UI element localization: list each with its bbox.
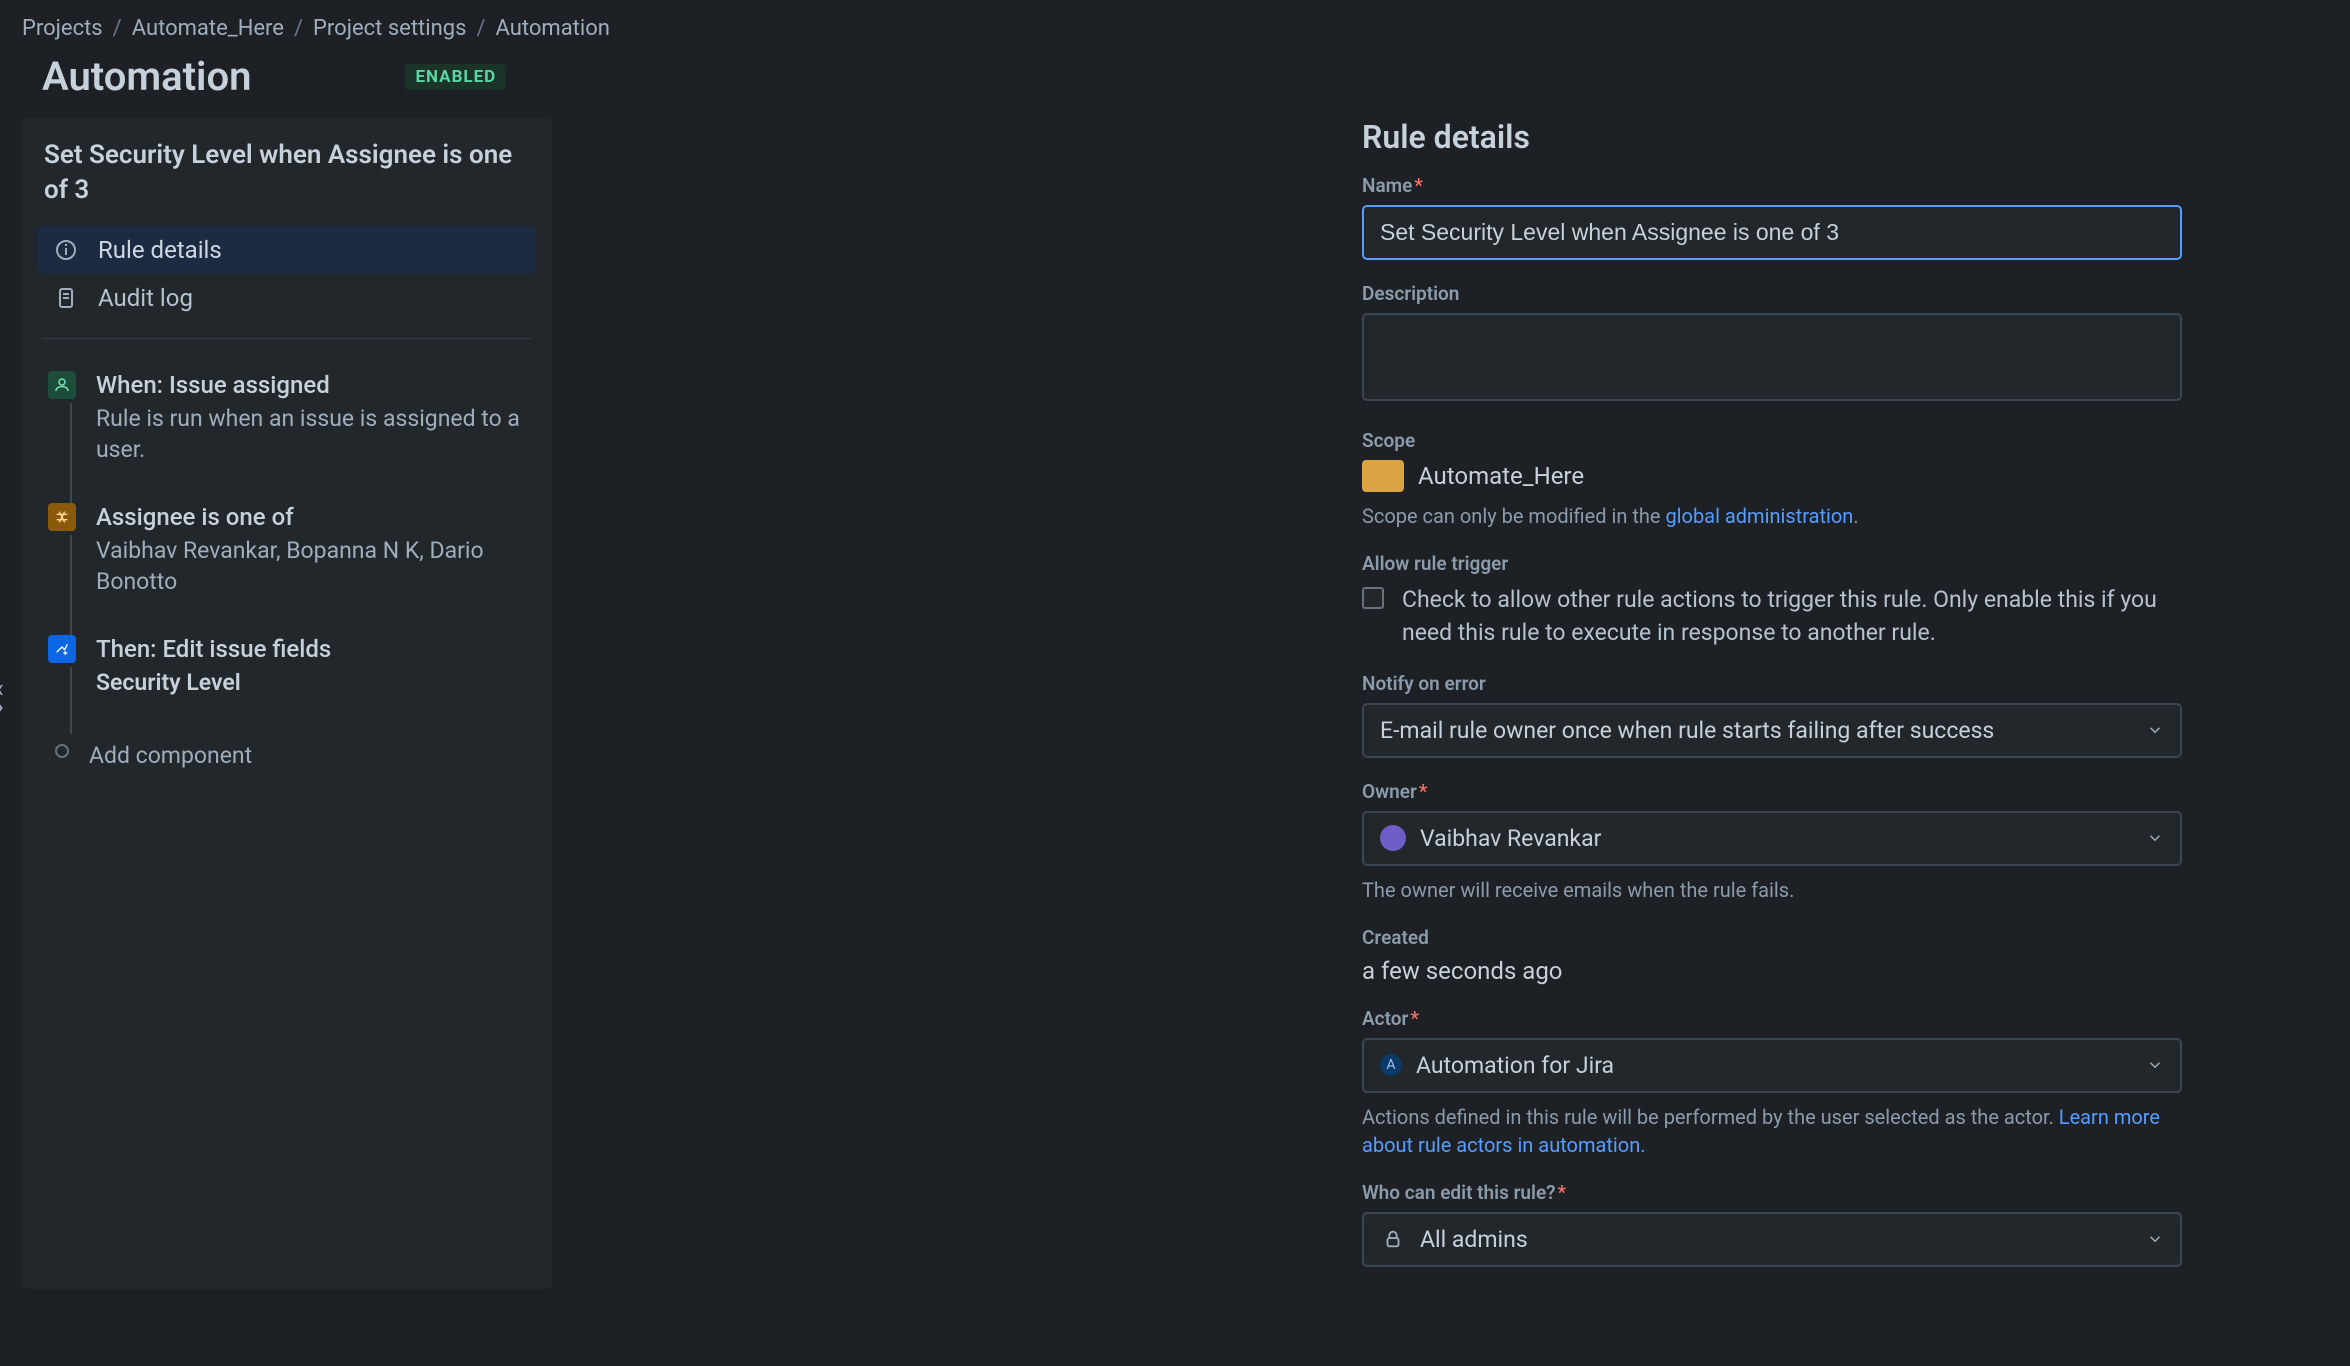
step-add-label: Add component [89,740,526,771]
page-title: Automation [42,53,251,100]
actor-avatar: A [1380,1054,1402,1076]
nav-audit-log-label: Audit log [98,284,193,312]
chevron-down-icon [2146,1230,2164,1248]
step-trigger[interactable]: When: Issue assigned Rule is run when an… [42,363,532,495]
allow-trigger-label: Allow rule trigger [1362,552,2182,575]
document-icon [54,286,78,310]
breadcrumb: Projects / Automate_Here / Project setti… [22,10,2328,49]
owner-value: Vaibhav Revankar [1420,825,1601,852]
chevron-down-icon [2146,721,2164,739]
notify-value: E-mail rule owner once when rule starts … [1380,717,1994,744]
actor-value: Automation for Jira [1416,1052,1614,1079]
owner-select[interactable]: Vaibhav Revankar [1362,811,2182,866]
notify-select[interactable]: E-mail rule owner once when rule starts … [1362,703,2182,758]
breadcrumb-separator: / [294,16,303,41]
status-badge: ENABLED [405,64,506,90]
breadcrumb-automation[interactable]: Automation [496,16,610,41]
info-icon [54,238,78,262]
nav-rule-details[interactable]: Rule details [38,226,536,274]
scope-helper: Scope can only be modified in the global… [1362,502,2182,530]
created-label: Created [1362,926,2182,949]
notify-label: Notify on error [1362,672,2182,695]
allow-trigger-checkbox[interactable] [1362,587,1384,609]
global-administration-link[interactable]: global administration [1665,504,1853,528]
scope-project: Automate_Here [1418,462,1584,490]
scope-label: Scope [1362,429,2182,452]
add-icon [55,744,69,758]
step-trigger-desc: Rule is run when an issue is assigned to… [96,403,526,465]
step-condition-title: Assignee is one of [96,503,526,531]
who-edit-label: Who can edit this rule?* [1362,1181,2182,1204]
actor-select[interactable]: A Automation for Jira [1362,1038,2182,1093]
name-label: Name* [1362,174,2182,197]
owner-avatar [1380,825,1406,851]
owner-label: Owner* [1362,780,2182,803]
step-add-component[interactable]: Add component [42,726,532,801]
rule-sidebar: Set Security Level when Assignee is one … [22,118,552,1289]
step-action-title: Then: Edit issue fields [96,635,526,663]
step-condition[interactable]: Assignee is one of Vaibhav Revankar, Bop… [42,495,532,627]
who-edit-select[interactable]: All admins [1362,1212,2182,1267]
rule-details-form: Rule details Name* Description Scope Aut… [1362,118,2182,1289]
rule-details-heading: Rule details [1362,118,2182,156]
breadcrumb-projects[interactable]: Projects [22,16,103,41]
who-edit-value: All admins [1420,1226,1528,1253]
actor-label: Actor* [1362,1007,2182,1030]
nav-audit-log[interactable]: Audit log [38,274,536,322]
sidebar-toggle[interactable]: ‹› [0,680,4,716]
action-icon [48,635,76,663]
project-avatar [1362,460,1404,492]
step-action-sub: Security Level [96,669,526,696]
step-action[interactable]: Then: Edit issue fields Security Level [42,627,532,726]
chevron-down-icon [2146,1056,2164,1074]
breadcrumb-project-settings[interactable]: Project settings [313,16,466,41]
breadcrumb-separator: / [476,16,485,41]
divider [42,338,532,339]
allow-trigger-text: Check to allow other rule actions to tri… [1402,583,2182,650]
step-condition-desc: Vaibhav Revankar, Bopanna N K, Dario Bon… [96,535,526,597]
rule-title: Set Security Level when Assignee is one … [32,138,542,226]
breadcrumb-automate-here[interactable]: Automate_Here [132,16,284,41]
created-value: a few seconds ago [1362,957,2182,985]
name-input[interactable] [1362,205,2182,260]
trigger-icon [48,371,76,399]
step-trigger-title: When: Issue assigned [96,371,526,399]
description-input[interactable] [1362,313,2182,401]
lock-icon [1380,1226,1406,1252]
owner-helper: The owner will receive emails when the r… [1362,876,2182,904]
breadcrumb-separator: / [113,16,122,41]
condition-icon [48,503,76,531]
chevron-down-icon [2146,829,2164,847]
description-label: Description [1362,282,2182,305]
actor-helper: Actions defined in this rule will be per… [1362,1103,2182,1159]
nav-rule-details-label: Rule details [98,236,222,264]
